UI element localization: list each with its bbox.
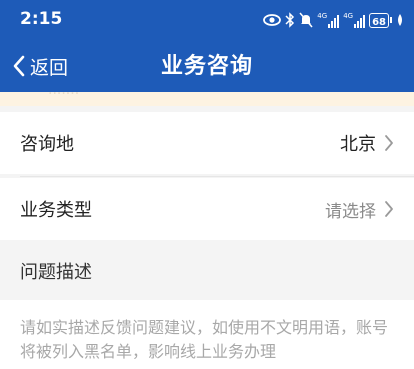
battery-icon: 68	[369, 12, 392, 28]
description-title: 问题描述	[20, 262, 92, 283]
signal-1-text: 4G	[317, 12, 328, 20]
description-textarea[interactable]: 请如实描述反馈问题建议，如使用不文明用语，账号将被列入黑名单，影响线上业务办理	[0, 300, 414, 369]
signal-1-icon: 4G	[317, 12, 340, 28]
mute-bell-icon	[299, 12, 313, 28]
location-label: 咨询地	[20, 134, 74, 155]
location-row[interactable]: 咨询地 北京	[0, 112, 414, 174]
status-icons: 4G 4G 68	[263, 10, 404, 30]
signal-2-text: 4G	[343, 12, 354, 20]
nav-bar: 返回 业务咨询	[0, 40, 414, 92]
eye-icon	[263, 14, 282, 26]
business-type-label: 业务类型	[20, 200, 92, 221]
business-type-placeholder: 请选择	[325, 201, 376, 222]
page-title: 业务咨询	[160, 54, 253, 79]
notice-decoration: ·······	[48, 92, 80, 102]
status-bar: 2:15 4G 4G 68	[0, 0, 414, 40]
location-value: 北京	[340, 134, 376, 155]
description-section-header: 问题描述	[0, 242, 414, 300]
notice-strip: ·······	[0, 92, 414, 106]
row-divider	[20, 176, 414, 177]
battery-level: 68	[372, 16, 386, 28]
status-time: 2:15	[20, 9, 63, 29]
bluetooth-icon	[285, 12, 295, 28]
business-type-row[interactable]: 业务类型 请选择	[0, 178, 414, 240]
signal-2-icon: 4G	[343, 12, 366, 28]
app-header: 2:15 4G 4G 68 返回 业务咨询	[0, 0, 414, 92]
chevron-right-icon	[385, 201, 393, 217]
charging-icon	[398, 14, 402, 26]
description-placeholder: 请如实描述反馈问题建议，如使用不文明用语，账号将被列入黑名单，影响线上业务办理	[20, 318, 389, 361]
chevron-right-icon	[385, 135, 393, 151]
